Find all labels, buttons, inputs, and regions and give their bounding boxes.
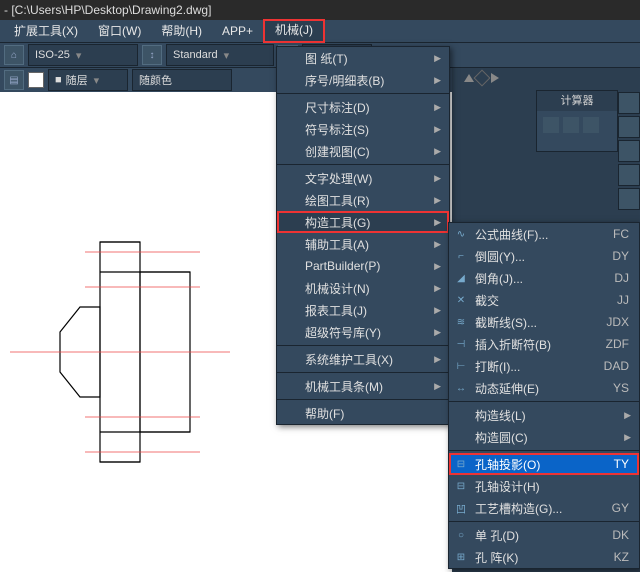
hole-array-icon: ⊞ bbox=[454, 550, 468, 564]
menu-item-draw-tools[interactable]: 绘图工具(R)▶ bbox=[277, 189, 449, 211]
calculator-panel: 计算器 bbox=[536, 90, 618, 152]
hole-design-icon: ⊟ bbox=[454, 479, 468, 493]
submenu-single-hole[interactable]: ○单 孔(D)DK bbox=[449, 524, 639, 546]
tab-icon-1[interactable] bbox=[618, 92, 640, 114]
menu-item-maintenance[interactable]: 系统维护工具(X)▶ bbox=[277, 348, 449, 370]
menu-item-create-view[interactable]: 创建视图(C)▶ bbox=[277, 140, 449, 162]
menu-mechanical[interactable]: 机械(J) bbox=[263, 19, 325, 43]
tab-icon-4[interactable] bbox=[618, 164, 640, 186]
calc-icon-3[interactable] bbox=[583, 117, 599, 133]
calc-icon-1[interactable] bbox=[543, 117, 559, 133]
tab-icon-5[interactable] bbox=[618, 188, 640, 210]
submenu-construction-line[interactable]: 构造线(L)▶ bbox=[449, 404, 639, 426]
panel-title: 计算器 bbox=[537, 91, 617, 111]
submenu-chamfer[interactable]: ◢倒角(J)...DJ bbox=[449, 267, 639, 289]
menu-item-text[interactable]: 文字处理(W)▶ bbox=[277, 167, 449, 189]
menu-item-mech-toolbar[interactable]: 机械工具条(M)▶ bbox=[277, 375, 449, 397]
menu-item-dimension[interactable]: 尺寸标注(D)▶ bbox=[277, 96, 449, 118]
break-symbol-icon: ⊣ bbox=[454, 337, 468, 351]
menu-help[interactable]: 帮助(H) bbox=[151, 20, 212, 42]
extend-icon: ↔ bbox=[454, 381, 468, 395]
break-icon: ⊢ bbox=[454, 359, 468, 373]
layer-combo[interactable]: ■ 随层▾ bbox=[48, 69, 128, 91]
submenu-breakline[interactable]: ≋截断线(S)...JDX bbox=[449, 311, 639, 333]
mechanical-menu: 图 纸(T)▶ 序号/明细表(B)▶ 尺寸标注(D)▶ 符号标注(S)▶ 创建视… bbox=[276, 46, 450, 425]
hole-axis-icon: ⊟ bbox=[454, 457, 468, 471]
curve-icon: ∿ bbox=[454, 227, 468, 241]
dimstyle-combo[interactable]: ISO-25▾ bbox=[28, 44, 138, 66]
calc-icon-2[interactable] bbox=[563, 117, 579, 133]
chamfer-icon: ◢ bbox=[454, 271, 468, 285]
menu-item-partbuilder[interactable]: PartBuilder(P)▶ bbox=[277, 255, 449, 277]
menu-item-drawing[interactable]: 图 纸(T)▶ bbox=[277, 47, 449, 69]
home-icon[interactable]: ⌂ bbox=[4, 45, 24, 65]
title-bar: - [C:\Users\HP\Desktop\Drawing2.dwg] bbox=[0, 0, 640, 20]
submenu-trim[interactable]: ✕截交JJ bbox=[449, 289, 639, 311]
textstyle-combo[interactable]: Standard▾ bbox=[166, 44, 274, 66]
menu-extend-tools[interactable]: 扩展工具(X) bbox=[4, 20, 88, 42]
submenu-construction-circle[interactable]: 构造圆(C)▶ bbox=[449, 426, 639, 448]
submenu-slot[interactable]: 凹工艺槽构造(G)...GY bbox=[449, 497, 639, 519]
menu-item-aux-tools[interactable]: 辅助工具(A)▶ bbox=[277, 233, 449, 255]
menu-bar: 扩展工具(X) 窗口(W) 帮助(H) APP+ 机械(J) bbox=[0, 20, 640, 42]
menu-item-build-tools[interactable]: 构造工具(G)▶ bbox=[277, 211, 449, 233]
nav-cube[interactable] bbox=[464, 70, 518, 86]
menu-item-symbol[interactable]: 符号标注(S)▶ bbox=[277, 118, 449, 140]
submenu-dynamic-extend[interactable]: ↔动态延伸(E)YS bbox=[449, 377, 639, 399]
layer-props-icon[interactable]: ▤ bbox=[4, 70, 24, 90]
menu-item-mech-help[interactable]: 帮助(F) bbox=[277, 402, 449, 424]
menu-window[interactable]: 窗口(W) bbox=[88, 20, 151, 42]
menu-item-symbol-lib[interactable]: 超级符号库(Y)▶ bbox=[277, 321, 449, 343]
submenu-fillet[interactable]: ⌐倒圆(Y)...DY bbox=[449, 245, 639, 267]
slot-icon: 凹 bbox=[454, 501, 468, 515]
submenu-formula-curve[interactable]: ∿公式曲线(F)...FC bbox=[449, 223, 639, 245]
menu-app-plus[interactable]: APP+ bbox=[212, 20, 263, 42]
trim-icon: ✕ bbox=[454, 293, 468, 307]
dim-icon[interactable]: ↕ bbox=[142, 45, 162, 65]
menu-item-report-tools[interactable]: 报表工具(J)▶ bbox=[277, 299, 449, 321]
build-tools-submenu: ∿公式曲线(F)...FC ⌐倒圆(Y)...DY ◢倒角(J)...DJ ✕截… bbox=[448, 222, 640, 569]
submenu-hole-array[interactable]: ⊞孔 阵(K)KZ bbox=[449, 546, 639, 568]
tab-icon-2[interactable] bbox=[618, 116, 640, 138]
breakline-icon: ≋ bbox=[454, 315, 468, 329]
submenu-break[interactable]: ⊢打断(I)...DAD bbox=[449, 355, 639, 377]
submenu-hole-axis-design[interactable]: ⊟孔轴设计(H) bbox=[449, 475, 639, 497]
menu-item-mech-design[interactable]: 机械设计(N)▶ bbox=[277, 277, 449, 299]
single-hole-icon: ○ bbox=[454, 528, 468, 542]
submenu-hole-axis-projection[interactable]: ⊟孔轴投影(O)TY bbox=[449, 453, 639, 475]
color-swatch[interactable] bbox=[28, 72, 44, 88]
fillet-icon: ⌐ bbox=[454, 249, 468, 263]
submenu-break-symbol[interactable]: ⊣插入折断符(B)ZDF bbox=[449, 333, 639, 355]
tab-icon-3[interactable] bbox=[618, 140, 640, 162]
menu-item-bom[interactable]: 序号/明细表(B)▶ bbox=[277, 69, 449, 91]
color-combo[interactable]: 随颜色 bbox=[132, 69, 232, 91]
